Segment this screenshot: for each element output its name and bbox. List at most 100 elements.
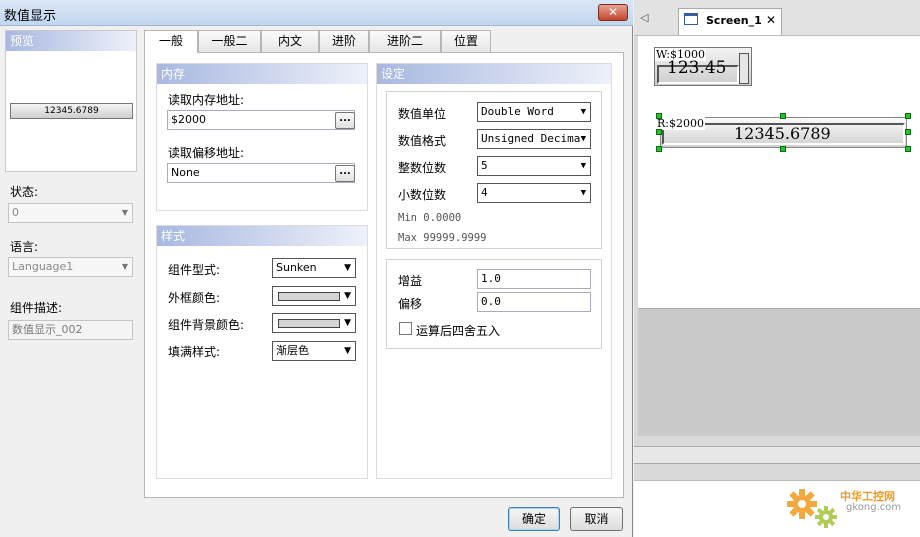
write-widget-value: 123.45 — [667, 58, 727, 78]
canvas-outside-area — [638, 308, 920, 436]
gear-icon — [787, 489, 837, 528]
resize-handle[interactable] — [905, 146, 911, 152]
offset-address-input[interactable]: None ... — [167, 163, 355, 183]
state-label: 状态: — [10, 185, 39, 199]
language-select[interactable]: Language1 ▼ — [8, 257, 133, 277]
round-checkbox[interactable] — [399, 322, 412, 335]
numeric-display-dialog: 数值显示 ✕ 预览 12345.6789 状态: 0 ▼ 语言: Languag… — [0, 0, 633, 537]
browse-read-address-button[interactable]: ... — [335, 112, 355, 129]
format-label: 数值格式 — [398, 134, 447, 148]
memory-header: 内存 — [157, 64, 367, 84]
state-select[interactable]: 0 ▼ — [8, 203, 133, 223]
component-style-select[interactable]: Sunken ▼ — [272, 258, 356, 278]
resize-handle[interactable] — [656, 129, 662, 135]
fill-style-value: 渐层色 — [276, 344, 309, 357]
read-address-value: $2000 — [171, 113, 206, 126]
editor-tab-bar: ◁ Screen_1 ✕ — [634, 0, 920, 36]
title-bar: 数值显示 ✕ — [0, 0, 633, 26]
chevron-down-icon: ▼ — [580, 130, 586, 148]
offset-input[interactable]: 0.0 — [477, 292, 591, 312]
border-color-label: 外框颜色: — [168, 291, 221, 305]
screen-icon — [684, 13, 698, 25]
int-digits-select[interactable]: 5 ▼ — [477, 156, 591, 176]
offset-label: 偏移 — [398, 297, 423, 311]
bg-color-picker[interactable]: ▼ — [272, 313, 356, 333]
chevron-down-icon: ▼ — [121, 262, 128, 271]
resize-handle[interactable] — [780, 146, 786, 152]
chevron-down-icon: ▼ — [344, 263, 351, 273]
cancel-button[interactable]: 取消 — [570, 507, 623, 531]
dec-digits-select[interactable]: 4 ▼ — [477, 183, 591, 203]
resize-handle[interactable] — [905, 113, 911, 119]
screen-tab-label: Screen_1 — [706, 14, 762, 27]
screen-editor: ◁ Screen_1 ✕ W:$1000 123.45 R:$2000 1234… — [634, 0, 920, 537]
read-address-label: 读取内存地址: — [168, 93, 245, 107]
description-input[interactable]: 数值显示_002 — [8, 320, 133, 340]
preview-header: 预览 — [6, 31, 136, 51]
fill-style-label: 填满样式: — [168, 345, 221, 359]
preview-widget: 12345.6789 — [10, 103, 133, 119]
output-pane: 中华工控网 gkong.com — [634, 480, 920, 537]
format-select[interactable]: Unsigned Decima ▼ — [477, 129, 591, 149]
resize-handle[interactable] — [780, 113, 786, 119]
language-label: 语言: — [10, 240, 39, 254]
resize-handle[interactable] — [905, 129, 911, 135]
write-numeric-widget[interactable]: W:$1000 123.45 — [654, 47, 752, 86]
offset-address-label: 读取偏移地址: — [168, 146, 245, 160]
unit-value: Double Word — [481, 105, 554, 118]
style-header: 样式 — [157, 226, 367, 246]
int-digits-value: 5 — [481, 159, 488, 172]
horizontal-scrollbar[interactable] — [634, 446, 920, 464]
chevron-down-icon: ▼ — [121, 208, 128, 217]
tab-advanced-two[interactable]: 进阶二 — [369, 30, 441, 52]
round-label: 运算后四舍五入 — [416, 324, 501, 338]
settings-header: 设定 — [377, 64, 611, 84]
resize-handle[interactable] — [656, 146, 662, 152]
read-widget-value: 12345.6789 — [734, 124, 831, 143]
unit-select[interactable]: Double Word ▼ — [477, 102, 591, 122]
fill-style-select[interactable]: 渐层色 ▼ — [272, 341, 356, 361]
tab-scroll-left-icon[interactable]: ◁ — [640, 11, 648, 24]
read-address-label: R:$2000 — [656, 117, 705, 130]
int-digits-label: 整数位数 — [398, 161, 447, 175]
color-swatch — [278, 319, 340, 328]
state-value: 0 — [12, 206, 19, 219]
close-button[interactable]: ✕ — [598, 4, 628, 21]
resize-handle[interactable] — [656, 113, 662, 119]
border-color-picker[interactable]: ▼ — [272, 286, 356, 306]
tab-advanced[interactable]: 进阶 — [319, 30, 369, 52]
memory-group: 内存 读取内存地址: $2000 ... 读取偏移地址: None ... — [156, 63, 368, 211]
tab-text[interactable]: 内文 — [261, 30, 319, 52]
offset-address-value: None — [171, 166, 200, 179]
color-swatch — [278, 292, 340, 301]
browse-offset-address-button[interactable]: ... — [335, 165, 355, 182]
dialog-title: 数值显示 — [4, 9, 57, 24]
gain-input[interactable]: 1.0 — [477, 269, 591, 289]
chevron-down-icon: ▼ — [344, 291, 351, 301]
dec-digits-label: 小数位数 — [398, 188, 447, 202]
read-address-input[interactable]: $2000 ... — [167, 110, 355, 130]
close-tab-icon[interactable]: ✕ — [766, 13, 776, 27]
gain-label: 增益 — [398, 274, 423, 288]
watermark-url: gkong.com — [846, 502, 902, 513]
widget-spin-control — [739, 53, 749, 84]
min-value-text: Min 0.0000 — [398, 212, 462, 224]
tab-panel-general: 内存 读取内存地址: $2000 ... 读取偏移地址: None ... 样式… — [144, 52, 624, 498]
tab-general[interactable]: 一般 — [144, 30, 198, 53]
tab-position[interactable]: 位置 — [441, 30, 491, 52]
chevron-down-icon: ▼ — [344, 346, 351, 356]
tab-screen-1[interactable]: Screen_1 ✕ — [678, 8, 782, 35]
read-numeric-widget[interactable]: R:$2000 12345.6789 — [656, 113, 911, 152]
settings-group: 设定 数值单位 Double Word ▼ 数值格式 Unsigned Deci… — [376, 63, 612, 479]
tab-general-two[interactable]: 一般二 — [198, 30, 261, 52]
screen-canvas[interactable]: W:$1000 123.45 R:$2000 12345.6789 — [638, 36, 920, 308]
number-settings-box: 数值单位 Double Word ▼ 数值格式 Unsigned Decima … — [386, 91, 602, 249]
language-value: Language1 — [12, 260, 74, 273]
style-group: 样式 组件型式: Sunken ▼ 外框颜色: ▼ 组件背景颜色: ▼ 填满样式… — [156, 225, 368, 479]
format-value: Unsigned Decima — [481, 132, 581, 145]
chevron-down-icon: ▼ — [344, 318, 351, 328]
watermark-logo: 中华工控网 gkong.com — [782, 484, 918, 536]
dec-digits-value: 4 — [481, 186, 488, 199]
unit-label: 数值单位 — [398, 107, 447, 121]
ok-button[interactable]: 确定 — [508, 507, 560, 531]
